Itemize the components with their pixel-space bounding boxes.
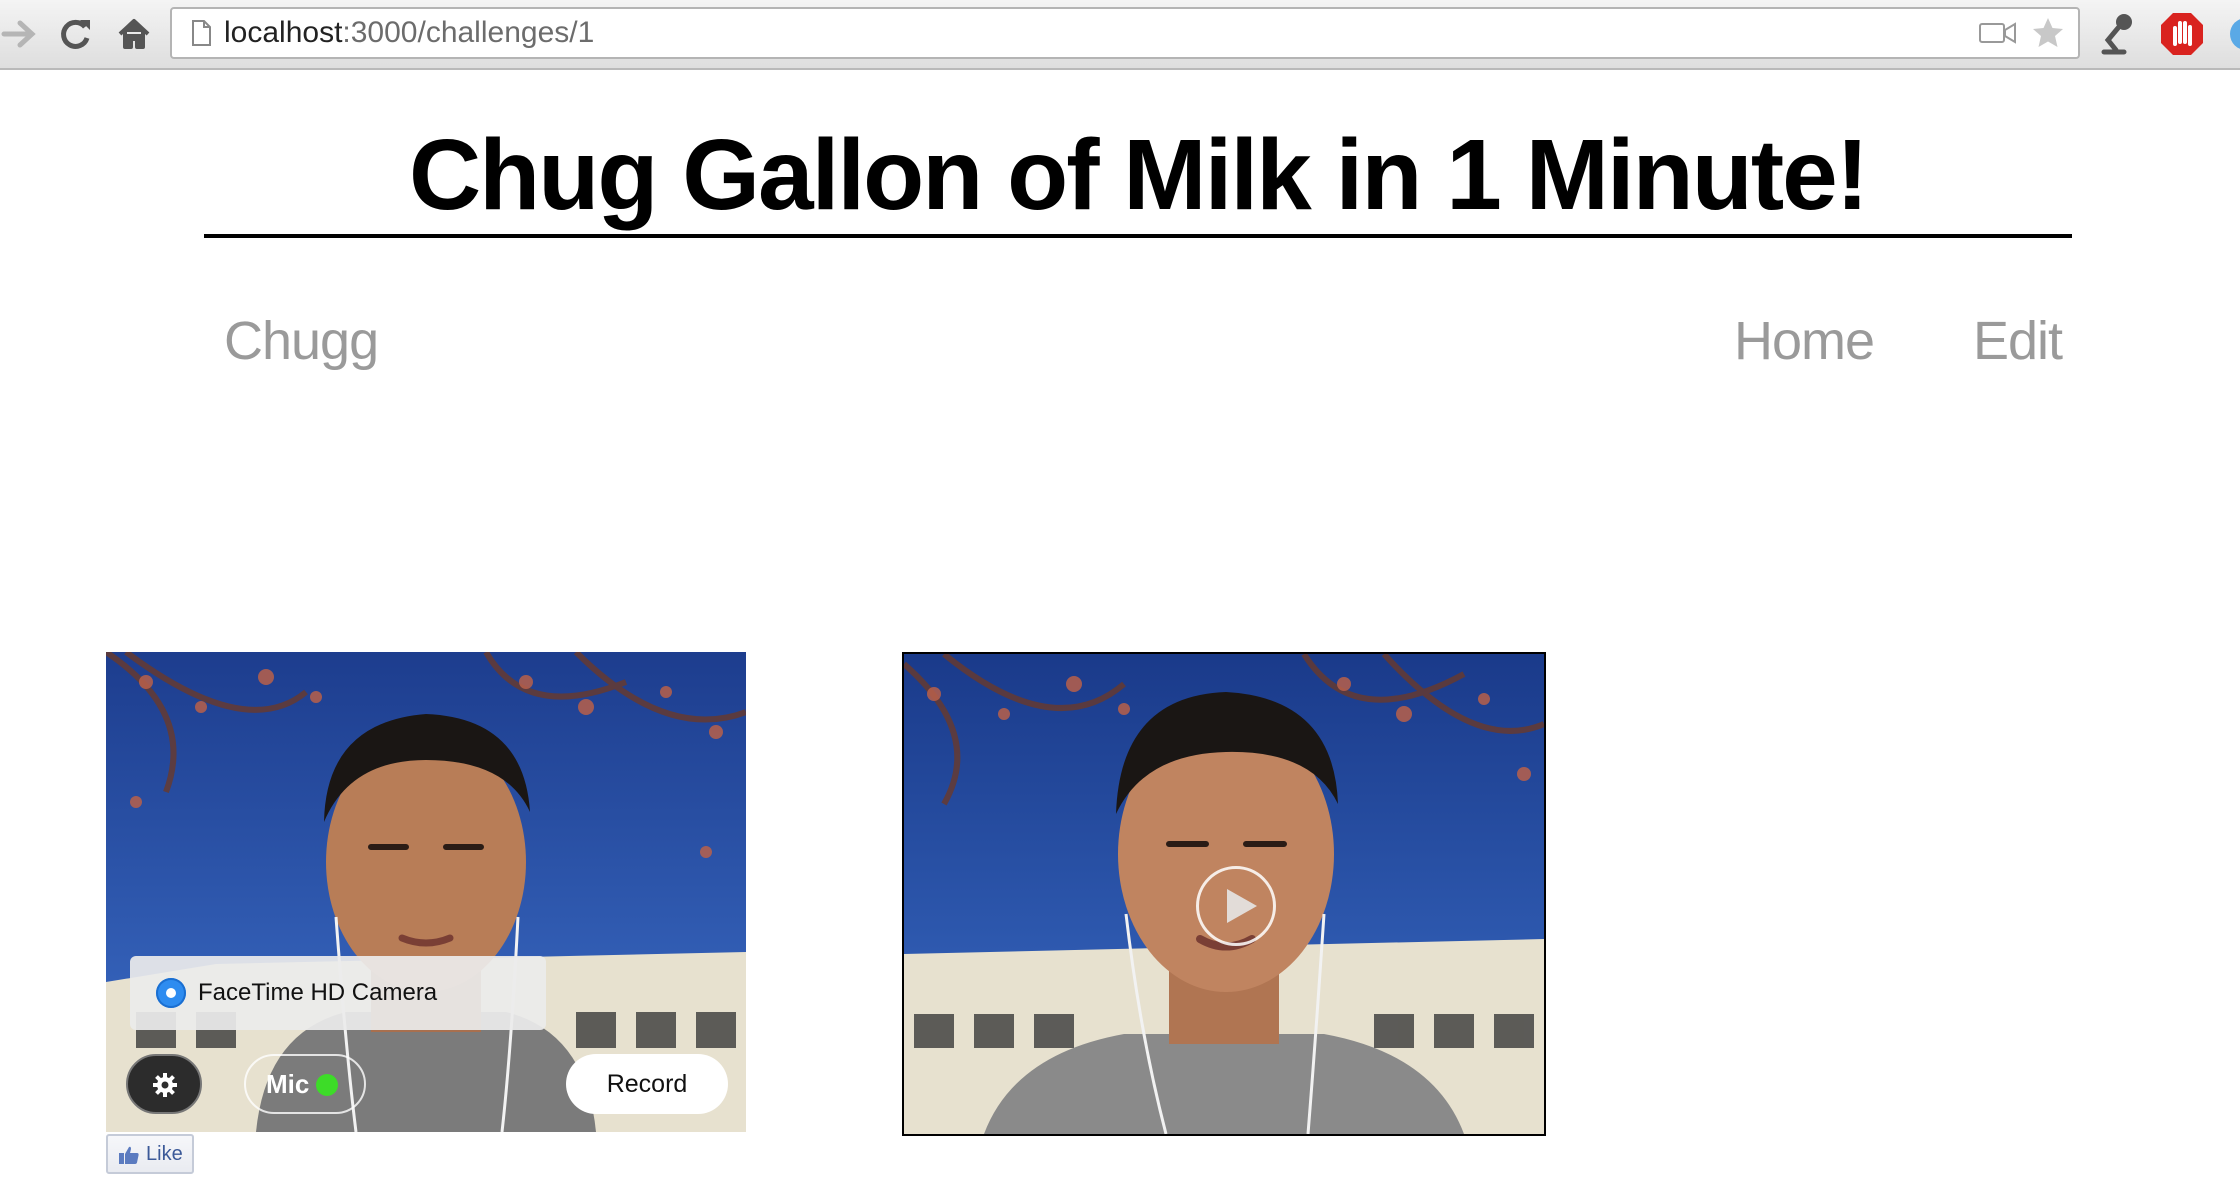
home-icon bbox=[118, 19, 150, 49]
url-text[interactable]: localhost:3000/challenges/1 bbox=[224, 9, 594, 57]
bookmark-star-icon[interactable] bbox=[2030, 15, 2066, 51]
play-icon bbox=[1227, 889, 1257, 923]
lamp-extension-icon bbox=[2101, 14, 2132, 55]
stop-hand-icon bbox=[2161, 13, 2203, 55]
camera-option-label: FaceTime HD Camera bbox=[198, 979, 438, 1006]
address-bar[interactable]: localhost:3000/challenges/1 bbox=[170, 7, 2080, 59]
record-button[interactable]: Record bbox=[566, 1054, 728, 1114]
forward-button[interactable] bbox=[0, 8, 46, 60]
facebook-like-button[interactable]: Like bbox=[106, 1134, 194, 1174]
thumbs-up-icon bbox=[119, 1146, 139, 1164]
settings-button[interactable] bbox=[126, 1054, 202, 1114]
nav-edit-link[interactable]: Edit bbox=[1973, 306, 2063, 376]
mic-status-indicator bbox=[316, 1074, 338, 1096]
extension-button[interactable] bbox=[2094, 10, 2142, 58]
camera-select-menu[interactable]: FaceTime HD Camera bbox=[130, 956, 546, 1030]
page-icon bbox=[192, 20, 211, 46]
brand-link[interactable]: Chugg bbox=[224, 306, 379, 376]
forward-arrow-icon bbox=[1, 20, 36, 48]
globe-extension-icon bbox=[2230, 19, 2240, 49]
adblock-button[interactable] bbox=[2158, 10, 2206, 58]
reload-button[interactable] bbox=[50, 8, 102, 60]
camera-indicator-icon[interactable] bbox=[1978, 19, 2018, 47]
extension-button-partial[interactable] bbox=[2222, 10, 2240, 58]
play-button[interactable] bbox=[1196, 866, 1276, 946]
title-underline bbox=[204, 234, 2072, 238]
url-host: localhost bbox=[224, 16, 343, 49]
page-title: Chug Gallon of Milk in 1 Minute! bbox=[408, 119, 1869, 231]
gear-icon bbox=[153, 1073, 177, 1097]
url-path: :3000/challenges/1 bbox=[342, 16, 595, 49]
camera-radio-selected[interactable] bbox=[156, 978, 186, 1008]
nav-home-link[interactable]: Home bbox=[1734, 306, 1875, 376]
like-label: Like bbox=[146, 1143, 183, 1165]
browser-toolbar: localhost:3000/challenges/1 bbox=[0, 0, 2240, 70]
mic-toggle-button[interactable]: Mic bbox=[244, 1054, 366, 1114]
challenge-video-player[interactable] bbox=[902, 652, 1546, 1136]
mic-label: Mic bbox=[266, 1069, 310, 1099]
home-button[interactable] bbox=[108, 8, 160, 60]
reload-icon bbox=[61, 19, 90, 49]
webcam-recorder[interactable]: FaceTime HD Camera Mic Record bbox=[106, 652, 746, 1132]
